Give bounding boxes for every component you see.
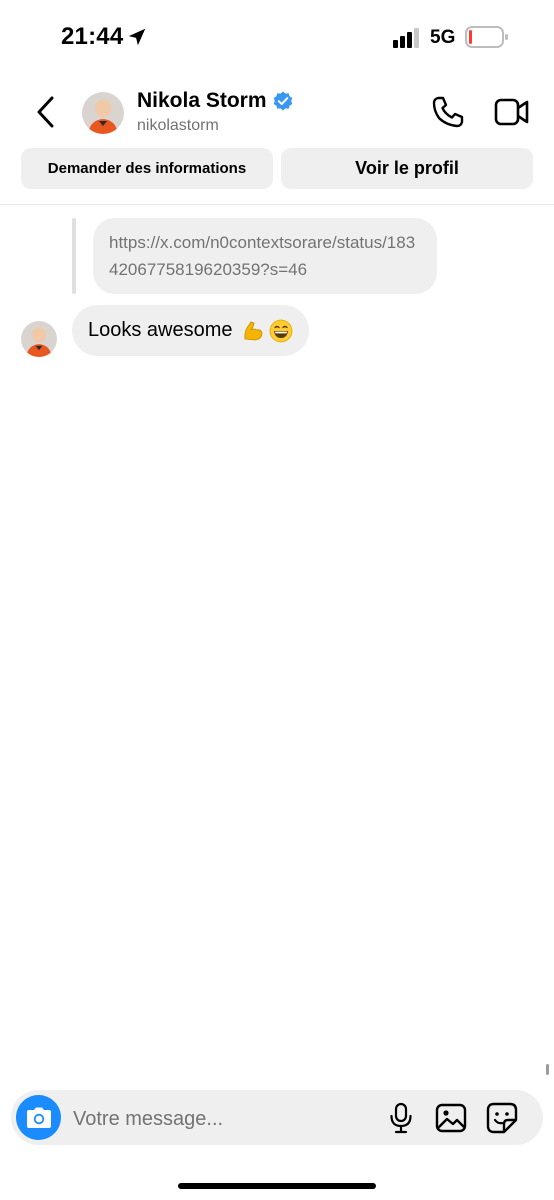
signal-icon [393,28,419,48]
flexed-biceps-icon [243,321,262,340]
battery-icon [465,26,508,48]
reply-preview-bubble[interactable]: https://x.com/n0contextsorare/status/183… [93,218,437,294]
sticker-icon[interactable] [486,1102,518,1134]
network-type: 5G [430,27,456,48]
camera-button[interactable] [16,1095,61,1140]
contact-name-row[interactable]: Nikola Storm [137,89,293,113]
reply-indicator-bar [72,218,76,294]
scroll-indicator[interactable] [546,1064,549,1075]
contact-handle: nikolastorm [137,117,219,134]
contact-name: Nikola Storm [137,89,267,112]
request-info-button[interactable]: Demander des informations [21,148,273,189]
status-bar: 21:44 5G [0,0,554,74]
avatar-image [82,92,124,134]
video-call-icon[interactable] [494,96,530,128]
message-composer[interactable] [11,1090,543,1145]
gallery-icon[interactable] [435,1102,467,1134]
back-chevron-icon[interactable] [30,94,62,130]
avatar[interactable] [82,92,124,134]
verified-badge-icon [273,91,292,111]
home-indicator [178,1183,376,1189]
status-time: 21:44 [61,23,124,50]
message-text: Looks awesome [88,319,233,341]
header-divider [0,204,554,205]
message-input[interactable] [71,1103,365,1135]
message-bubble[interactable]: Looks awesome [72,305,309,356]
location-arrow-icon [128,28,146,46]
message-avatar[interactable] [21,321,57,357]
microphone-icon[interactable] [388,1102,414,1134]
avatar-image [21,321,57,357]
grinning-face-icon [269,319,292,342]
camera-icon [26,1107,51,1128]
phone-call-icon[interactable] [430,94,466,130]
view-profile-button[interactable]: Voir le profil [281,148,533,189]
